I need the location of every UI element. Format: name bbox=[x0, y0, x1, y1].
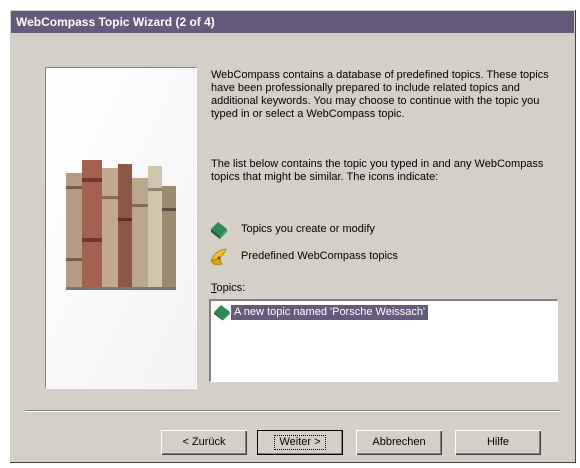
list-explanation: The list below contains the topic you ty… bbox=[211, 158, 544, 183]
next-button-label: Weiter > bbox=[274, 435, 326, 450]
legend-label: Predefined WebCompass topics bbox=[241, 250, 398, 262]
topics-list[interactable]: A new topic named 'Porsche Weissach' bbox=[209, 299, 558, 382]
books-illustration bbox=[45, 67, 197, 389]
wizard-dialog: WebCompass Topic Wizard (2 of 4) WebComp… bbox=[9, 9, 576, 463]
cancel-button[interactable]: Abbrechen bbox=[356, 430, 442, 455]
green-book-icon bbox=[211, 222, 227, 239]
green-book-icon bbox=[214, 305, 230, 321]
title-bar: WebCompass Topic Wizard (2 of 4) bbox=[11, 11, 574, 33]
intro-paragraph: WebCompass contains a database of predef… bbox=[211, 69, 549, 120]
topics-label: Topics: bbox=[211, 282, 245, 294]
help-button[interactable]: Hilfe bbox=[455, 430, 541, 455]
back-button[interactable]: < Zurück bbox=[161, 430, 247, 455]
yellow-compass-icon bbox=[210, 248, 227, 266]
next-button[interactable]: Weiter > bbox=[257, 430, 343, 455]
legend-label: Topics you create or modify bbox=[241, 223, 375, 235]
list-item-label: A new topic named 'Porsche Weissach' bbox=[231, 305, 429, 320]
separator-line bbox=[25, 410, 560, 412]
topics-label-text: opics: bbox=[216, 282, 246, 294]
